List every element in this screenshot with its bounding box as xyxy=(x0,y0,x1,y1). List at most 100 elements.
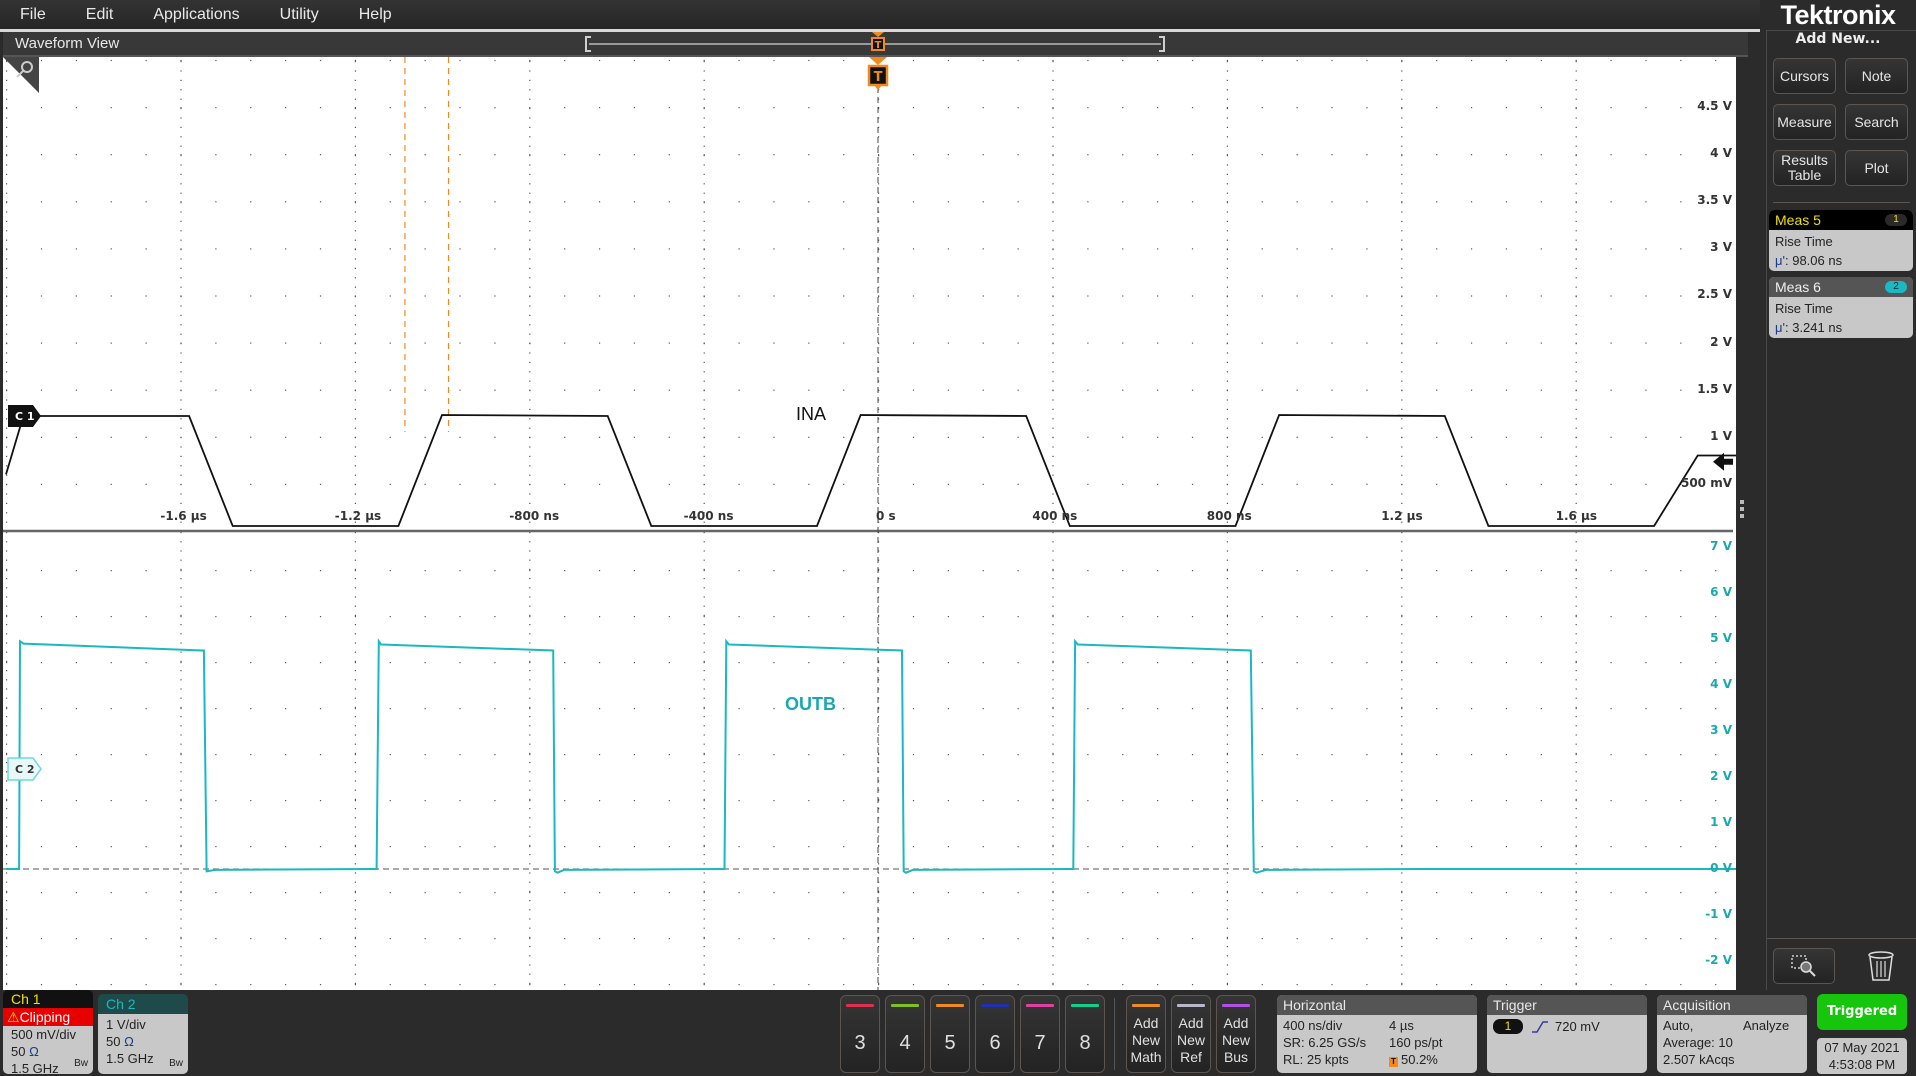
grid-dot xyxy=(319,295,322,297)
grid-dot xyxy=(1505,154,1508,156)
channel-5-button[interactable]: 5 xyxy=(930,995,970,1073)
grid-dot xyxy=(1401,493,1403,495)
record-view-bar[interactable]: T xyxy=(585,32,1165,52)
meas-6-type: Rise Time xyxy=(1775,301,1833,316)
grid-dot xyxy=(354,844,356,846)
channel-8-button[interactable]: 8 xyxy=(1065,995,1105,1073)
cursors-button[interactable]: Cursors xyxy=(1773,58,1836,94)
grid-dot xyxy=(180,211,182,213)
grid-dot xyxy=(1191,800,1194,802)
grid-dot xyxy=(1470,389,1473,391)
channel-4-button[interactable]: 4 xyxy=(885,995,925,1073)
grid-dot xyxy=(319,201,322,203)
grid-dot xyxy=(389,154,391,156)
grid-dot xyxy=(633,389,636,391)
grid-dot xyxy=(982,708,984,710)
grid-dot xyxy=(703,98,705,100)
grid-dot xyxy=(1052,154,1054,156)
horizontal-badge[interactable]: Horizontal 400 ns/div 4 µs SR: 6.25 GS/s… xyxy=(1277,995,1477,1073)
time-tick-label: -1.6 µs xyxy=(160,509,207,523)
menu-help[interactable]: Help xyxy=(339,6,412,24)
acquisition-badge[interactable]: Acquisition Auto, Analyze Average: 10 2.… xyxy=(1657,995,1807,1073)
note-button[interactable]: Note xyxy=(1845,58,1908,94)
grid-dot xyxy=(878,493,880,495)
grid-dot xyxy=(668,248,670,250)
search-button[interactable]: Search xyxy=(1845,104,1908,140)
grid-dot xyxy=(703,984,705,986)
grid-dot xyxy=(180,817,182,819)
grid-dot xyxy=(354,835,356,837)
time-tick-label: 1.6 µs xyxy=(1555,509,1598,523)
grid-dot xyxy=(215,389,217,391)
grid-dot xyxy=(180,800,182,802)
grid-dot xyxy=(529,305,531,307)
menu-file[interactable]: File xyxy=(0,6,66,24)
grid-dot xyxy=(215,295,217,297)
grid-dot xyxy=(1645,248,1647,250)
grid-dot xyxy=(285,436,287,438)
grid-dot xyxy=(1261,436,1263,438)
grid-dot xyxy=(1191,662,1194,664)
grid-dot xyxy=(668,570,670,572)
grid-dot xyxy=(843,436,845,438)
grid-dot xyxy=(1191,154,1194,156)
menu-edit[interactable]: Edit xyxy=(66,6,134,24)
trigger-badge[interactable]: Trigger 1 720 mV xyxy=(1487,995,1647,1073)
grid-dot xyxy=(6,192,8,194)
waveform-canvas[interactable]: TC 1C 2 xyxy=(3,57,1748,990)
add-new-bus-button[interactable]: Add New Bus xyxy=(1216,995,1256,1073)
grid-dot xyxy=(1052,286,1054,288)
add-new-math-button[interactable]: Add New Math xyxy=(1126,995,1166,1073)
grid-dot xyxy=(354,258,356,260)
grid-dot xyxy=(1226,493,1228,495)
measure-button[interactable]: Measure xyxy=(1773,104,1836,140)
zoom-region-button[interactable] xyxy=(1773,948,1835,984)
grid-dot xyxy=(1401,267,1403,269)
date-time-display[interactable]: 07 May 2021 4:53:08 PM xyxy=(1817,1038,1907,1074)
triggered-status-button[interactable]: Triggered xyxy=(1817,994,1907,1030)
grid-dot xyxy=(6,154,8,156)
grid-dot xyxy=(1226,361,1228,363)
grid-dot xyxy=(703,568,705,570)
results-table-button[interactable]: Results Table xyxy=(1773,150,1836,186)
add-new-ref-button[interactable]: Add New Ref xyxy=(1171,995,1211,1073)
grid-dot xyxy=(6,277,8,279)
waveform-plot[interactable]: TC 1C 2 INA OUTB 4.5 V4 V 3.5 V3 V 2.5 V2 … xyxy=(3,57,1748,990)
meas-6-badge[interactable]: Meas 6 2 Rise Time μ': 3.241 ns xyxy=(1769,277,1913,338)
ch2-badge[interactable]: Ch 2 1 V/div 50 Ω 1.5 GHz Bw xyxy=(98,994,188,1074)
trash-icon[interactable] xyxy=(1867,950,1895,982)
grid-dot xyxy=(1575,418,1577,420)
grid-dot xyxy=(75,984,77,986)
grid-dot xyxy=(1401,173,1403,175)
grid-dot xyxy=(1401,117,1403,119)
grid-dot xyxy=(354,61,356,63)
grid-dot xyxy=(6,808,8,810)
grid-dot xyxy=(6,286,8,288)
grid-dot xyxy=(6,918,8,920)
grid-dot xyxy=(773,846,775,848)
grid-dot xyxy=(1052,808,1054,810)
plot-button[interactable]: Plot xyxy=(1845,150,1908,186)
grid-dot xyxy=(1296,938,1298,940)
zoom-corner-icon[interactable] xyxy=(3,57,39,93)
grid-dot xyxy=(633,708,636,710)
grid-dot xyxy=(1366,846,1368,848)
grid-dot xyxy=(40,59,43,62)
grid-dot xyxy=(982,107,984,109)
warning-icon: ⚠ xyxy=(7,1009,20,1025)
grid-dot xyxy=(1296,754,1298,756)
channel-3-button[interactable]: 3 xyxy=(840,995,880,1073)
channel-6-button[interactable]: 6 xyxy=(975,995,1015,1073)
menu-applications[interactable]: Applications xyxy=(133,6,259,24)
grid-dot xyxy=(319,248,322,250)
grid-dot xyxy=(529,342,531,344)
grid-dot xyxy=(843,616,845,618)
grid-dot xyxy=(285,846,287,848)
meas-5-badge[interactable]: Meas 5 1 Rise Time μ': 98.06 ns xyxy=(1769,210,1913,271)
channel-7-button[interactable]: 7 xyxy=(1020,995,1060,1073)
grid-dot xyxy=(1261,984,1263,986)
ch1-y-tick-label: 1 V xyxy=(1710,428,1732,443)
menu-utility[interactable]: Utility xyxy=(260,6,339,24)
ch1-badge[interactable]: Ch 1 ⚠Clipping 500 mV/div 50 Ω 1.5 GHz B… xyxy=(3,990,93,1074)
grid-dot xyxy=(1226,587,1228,589)
